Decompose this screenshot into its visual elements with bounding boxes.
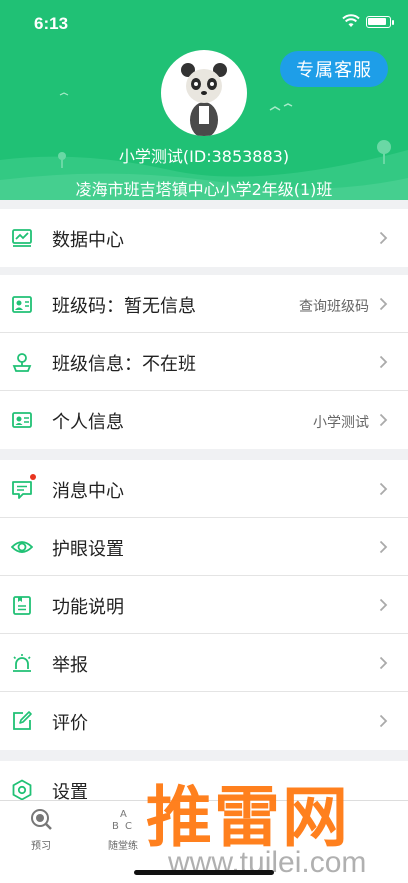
- eye-icon: [11, 541, 33, 553]
- menu-group-general: 消息中心 护眼设置 功能说明 举报 评价: [0, 460, 408, 750]
- svg-text:C: C: [125, 821, 132, 831]
- menu-label: 护眼设置: [52, 539, 124, 560]
- menu-item-review[interactable]: 评价: [0, 692, 408, 750]
- battery-tip: [392, 20, 394, 25]
- chevron-right-icon: [379, 297, 388, 311]
- chevron-right-icon: [379, 231, 388, 245]
- chevron-right-icon: [379, 656, 388, 670]
- exclusive-service-button[interactable]: 专属客服: [280, 51, 388, 87]
- status-bar: 6:13: [0, 0, 408, 44]
- abc-icon: A B C: [112, 809, 132, 832]
- chevron-right-icon: [379, 540, 388, 554]
- menu-item-class-info[interactable]: 班级信息：不在班: [0, 333, 408, 391]
- alarm-icon: [13, 654, 31, 672]
- chevron-right-icon: [379, 714, 388, 728]
- watermark-overlay: 推雷网 www.tuilei.com: [138, 760, 408, 883]
- chevron-right-icon: [379, 598, 388, 612]
- menu-item-eye-protection[interactable]: 护眼设置: [0, 518, 408, 576]
- wifi-icon: [342, 14, 360, 27]
- class-info-icon: [12, 353, 32, 372]
- personal-name-value: 小学测试: [313, 415, 369, 431]
- settings-icon: [12, 779, 32, 801]
- menu-label: 班级信息：不在班: [52, 354, 196, 375]
- book-icon: [13, 596, 31, 615]
- menu-label: 个人信息: [52, 412, 124, 433]
- menu-item-message-center[interactable]: 消息中心: [0, 460, 408, 518]
- menu-label: 消息中心: [52, 481, 124, 502]
- menu-item-personal-info[interactable]: 个人信息 小学测试: [0, 391, 408, 449]
- class-code-icon: [12, 296, 32, 313]
- tab-label: 预习: [31, 841, 51, 852]
- menu-label: 数据中心: [52, 230, 124, 251]
- chevron-right-icon: [379, 413, 388, 427]
- preview-icon: [31, 809, 52, 830]
- unread-badge: [30, 474, 36, 480]
- profile-header: 6:13 专属客服 小学测试(ID:3853883) 凌海市班吉塔镇中心小学2年…: [0, 0, 408, 200]
- menu-group-class: 班级码：暂无信息 查询班级码 班级信息：不在班 个人信息 小学测试: [0, 275, 408, 449]
- menu-label: 班级码：暂无信息: [52, 296, 196, 317]
- message-icon: [12, 481, 32, 499]
- menu-label: 举报: [52, 655, 88, 676]
- chevron-right-icon: [379, 482, 388, 496]
- menu-group-data: 数据中心: [0, 209, 408, 267]
- chevron-right-icon: [379, 355, 388, 369]
- svg-text:B: B: [112, 821, 119, 831]
- svg-text:A: A: [120, 809, 127, 820]
- battery-icon: [366, 16, 391, 28]
- menu-label: 功能说明: [52, 597, 124, 618]
- school-class: 凌海市班吉塔镇中心小学2年级(1)班: [75, 180, 333, 199]
- menu-item-feature-guide[interactable]: 功能说明: [0, 576, 408, 634]
- menu-item-data-center[interactable]: 数据中心: [0, 209, 408, 267]
- username: 小学测试(ID:3853883): [118, 147, 290, 166]
- panda-avatar-icon: [181, 63, 227, 136]
- avatar[interactable]: [161, 50, 247, 136]
- query-class-code-link[interactable]: 查询班级码: [299, 296, 369, 316]
- home-indicator: [134, 870, 274, 875]
- status-time: 6:13: [34, 14, 69, 33]
- id-card-icon: [12, 412, 32, 428]
- tab-preview[interactable]: 预习: [11, 807, 71, 852]
- edit-icon: [13, 711, 32, 730]
- menu-label: 评价: [52, 713, 88, 734]
- menu-item-class-code[interactable]: 班级码：暂无信息 查询班级码: [0, 275, 408, 333]
- menu-item-report[interactable]: 举报: [0, 634, 408, 692]
- chart-icon: [12, 229, 32, 247]
